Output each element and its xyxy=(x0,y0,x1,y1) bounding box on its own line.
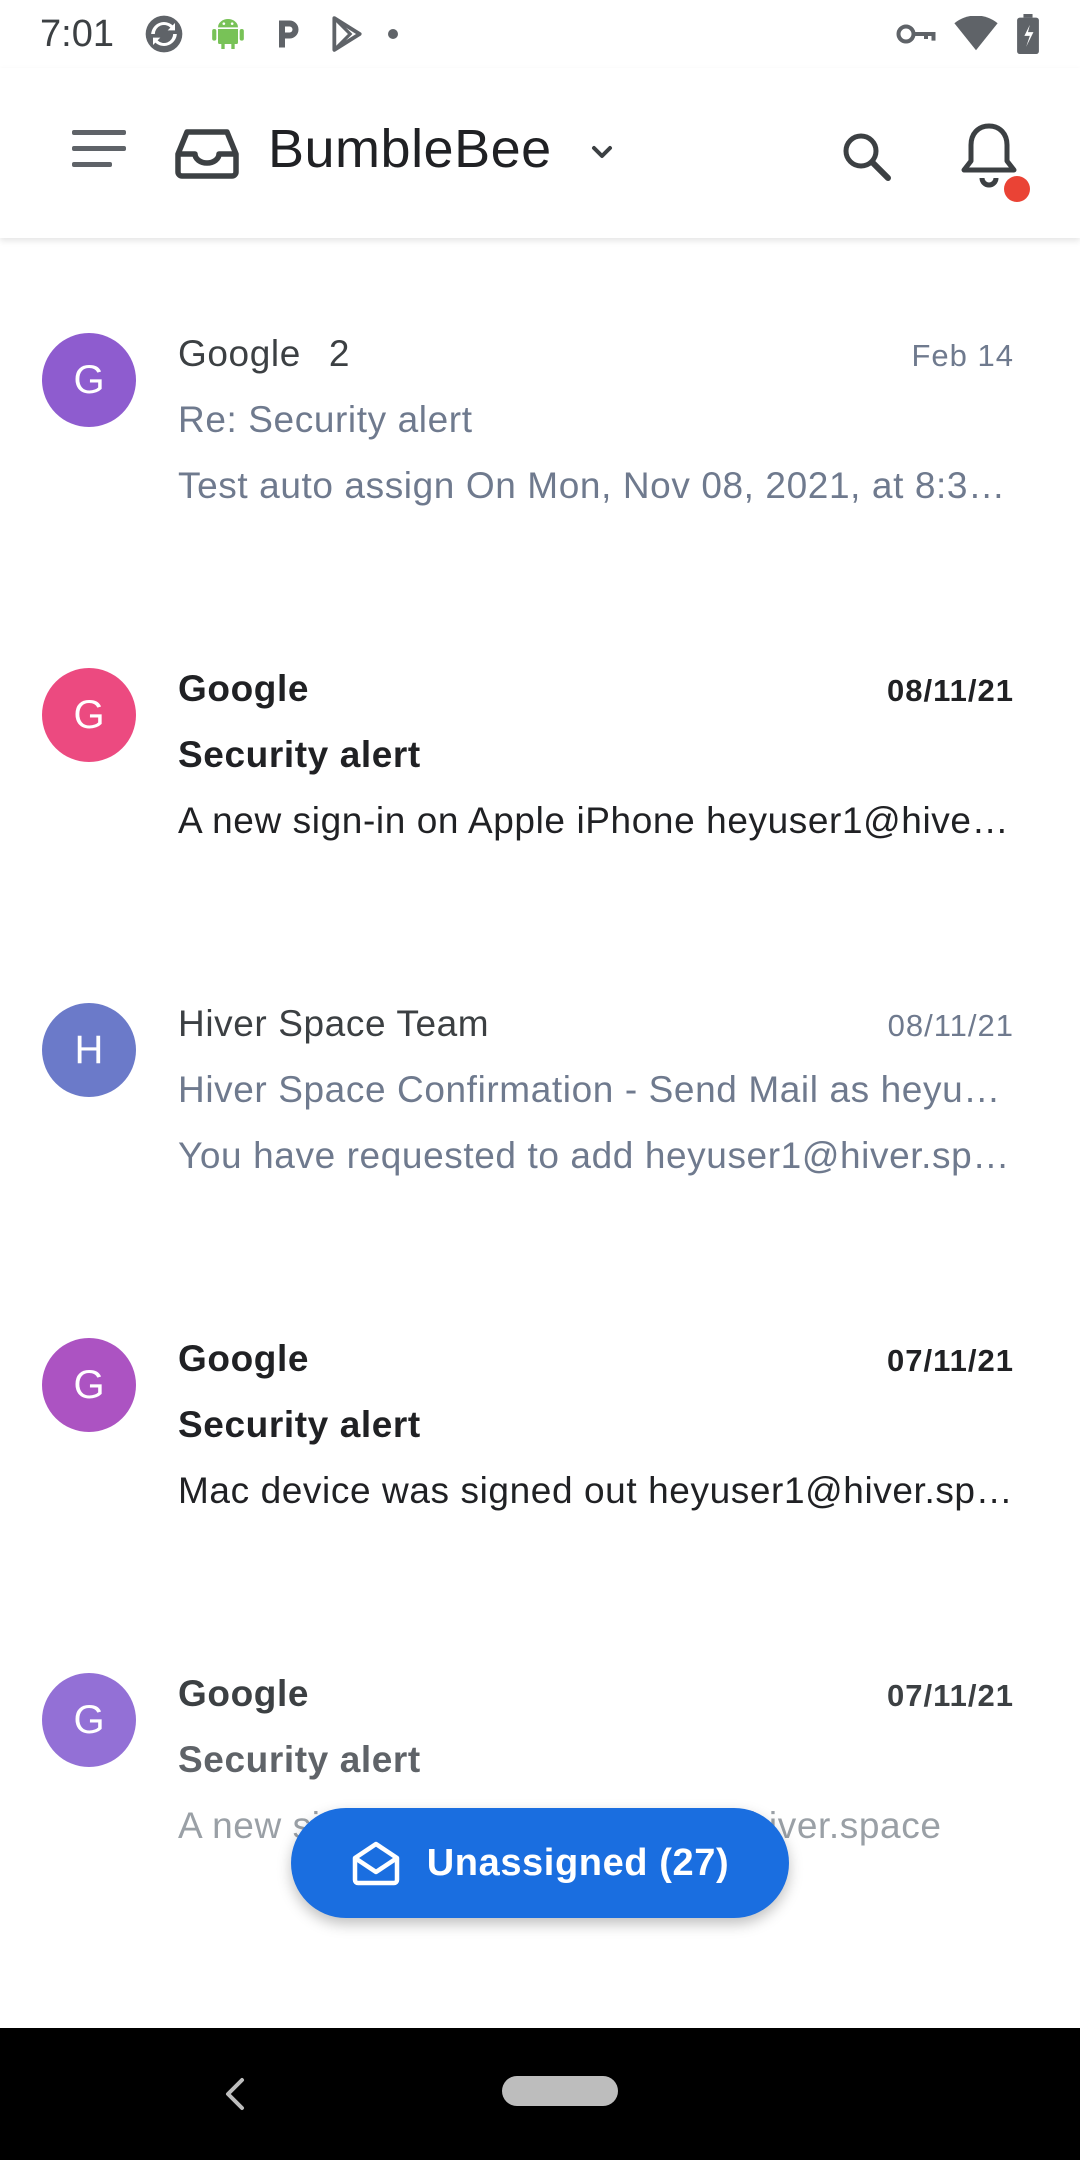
thread-count: 2 xyxy=(328,333,351,374)
battery-icon xyxy=(1017,14,1039,54)
notification-dot-icon xyxy=(387,29,398,39)
status-left-icons xyxy=(142,12,398,56)
conversation-subject: Security alert xyxy=(178,1739,421,1780)
play-store-icon xyxy=(332,16,362,52)
conversation-row[interactable]: G Google 2 Feb 14 Re: Security alert Test… xyxy=(0,238,1080,573)
parking-icon xyxy=(278,20,299,48)
screen: 7:01 BumbleBee G Google 2 Feb 14 Re: Sec… xyxy=(0,0,1080,2160)
conversation-subject: Hiver Space Confirmation - Send Mail as … xyxy=(178,1069,1016,1110)
conversation-list[interactable]: G Google 2 Feb 14 Re: Security alert Test… xyxy=(0,238,1080,1846)
avatar: G xyxy=(42,1338,136,1432)
avatar: G xyxy=(42,333,136,427)
status-time: 7:01 xyxy=(40,12,114,55)
sender-line: Google 2 xyxy=(178,333,1016,375)
unassigned-fab[interactable]: Unassigned (27) xyxy=(291,1808,789,1918)
conversation-date: 08/11/21 xyxy=(887,1008,1014,1043)
conversation-date: Feb 14 xyxy=(911,338,1014,373)
conversation-subject: Security alert xyxy=(178,1404,421,1445)
search-icon[interactable] xyxy=(840,130,894,184)
menu-icon[interactable] xyxy=(70,124,130,174)
android-icon xyxy=(212,19,244,49)
avatar: G xyxy=(42,668,136,762)
conversation-subject: Re: Security alert xyxy=(178,399,473,440)
sender-name: Google xyxy=(178,333,301,374)
status-right-icons xyxy=(896,14,1040,54)
conversation-row[interactable]: G Google 07/11/21 Security alert Mac dev… xyxy=(0,1243,1080,1578)
chevron-down-icon[interactable] xyxy=(588,140,616,164)
navigation-bar xyxy=(0,2028,1080,2160)
notification-badge xyxy=(1004,176,1030,202)
conversation-snippet: A new sign-in on Apple iPhone heyuser1@h… xyxy=(178,800,1016,841)
sync-icon xyxy=(145,15,183,53)
conversation-date: 07/11/21 xyxy=(887,1343,1014,1378)
conversation-row[interactable]: H Hiver Space Team 08/11/21 Hiver Space … xyxy=(0,908,1080,1243)
fab-label: Unassigned (27) xyxy=(426,1841,730,1884)
conversation-row[interactable]: G Google 08/11/21 Security alert A new s… xyxy=(0,573,1080,908)
app-bar: BumbleBee xyxy=(0,68,1080,238)
app-title[interactable]: BumbleBee xyxy=(268,118,552,180)
status-bar: 7:01 xyxy=(0,0,1080,68)
wifi-icon xyxy=(954,16,998,51)
vpn-key-icon xyxy=(896,24,936,44)
conversation-date: 07/11/21 xyxy=(887,1678,1014,1713)
back-icon[interactable] xyxy=(222,2076,248,2112)
avatar: G xyxy=(42,1673,136,1767)
conversation-date: 08/11/21 xyxy=(887,673,1014,708)
conversation-snippet: Mac device was signed out heyuser1@hiver… xyxy=(178,1470,1016,1511)
home-pill-icon[interactable] xyxy=(502,2076,618,2106)
conversation-snippet: You have requested to add heyuser1@hiver… xyxy=(178,1135,1016,1176)
avatar: H xyxy=(42,1003,136,1097)
conversation-subject: Security alert xyxy=(178,734,421,775)
conversation-snippet: Test auto assign On Mon, Nov 08, 2021, a… xyxy=(178,465,1016,506)
inbox-icon xyxy=(175,129,239,179)
open-mail-icon xyxy=(352,1841,399,1886)
